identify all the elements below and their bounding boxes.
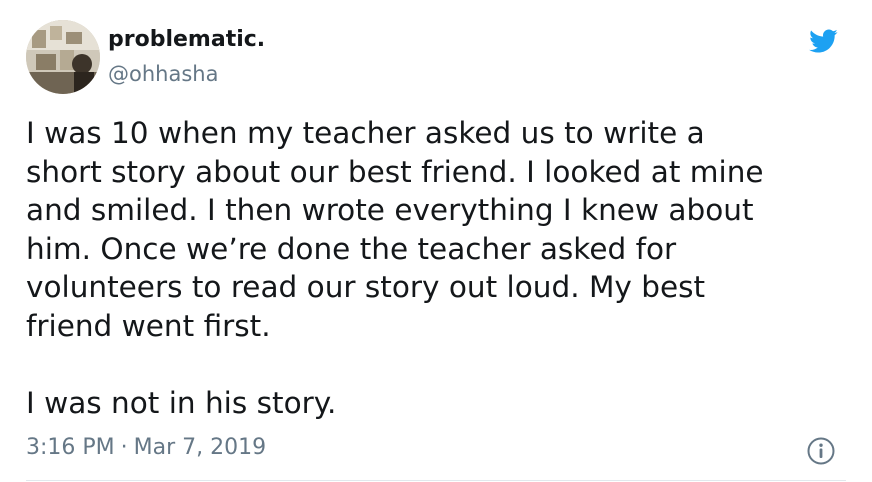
tweet-text: I was 10 when my teacher asked us to wri… (26, 114, 856, 422)
divider (26, 480, 846, 481)
avatar-image (26, 20, 100, 94)
tweet-date[interactable]: Mar 7, 2019 (134, 435, 266, 460)
meta-separator: · (120, 435, 128, 460)
tweet-time[interactable]: 3:16 PM (26, 435, 115, 460)
avatar[interactable] (26, 20, 100, 94)
user-handle[interactable]: @ohhasha (108, 60, 218, 88)
info-icon[interactable] (806, 436, 836, 466)
tweet-paragraph: I was 10 when my teacher asked us to wri… (26, 116, 764, 343)
tweet-card: problematic. @ohhasha I was 10 when my t… (0, 0, 872, 482)
tweet-paragraph: I was not in his story. (26, 385, 337, 420)
display-name[interactable]: problematic. (108, 26, 265, 54)
tweet-timestamp[interactable]: 3:16 PM · Mar 7, 2019 (26, 434, 266, 462)
twitter-bird-icon[interactable] (806, 26, 840, 56)
